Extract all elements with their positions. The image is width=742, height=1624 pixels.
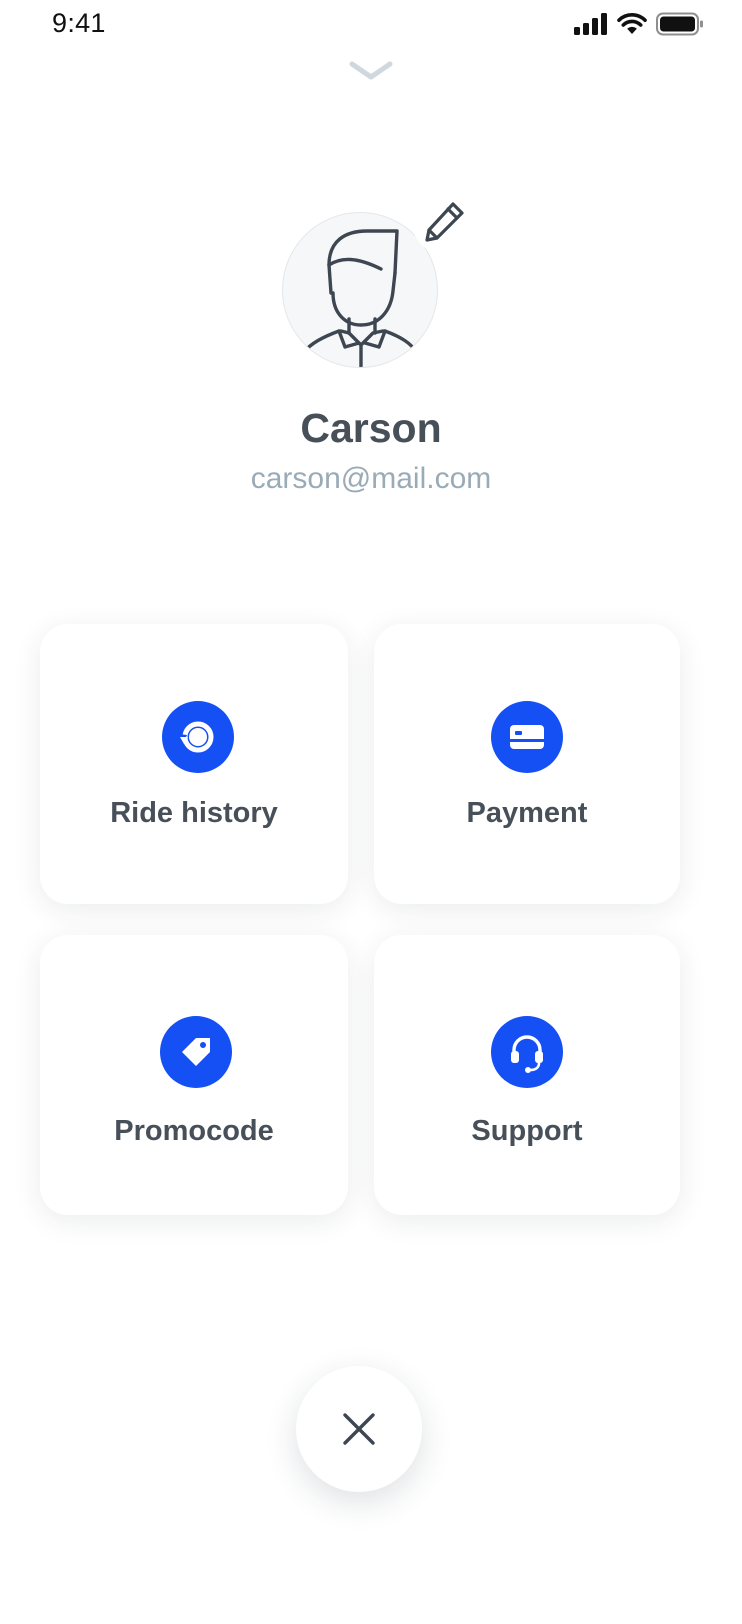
payment-label: Payment <box>466 797 588 829</box>
status-time: 9:41 <box>52 8 106 38</box>
credit-card-icon <box>491 701 563 773</box>
support-card[interactable]: Support <box>374 935 680 1215</box>
wifi-icon <box>617 13 647 34</box>
user-email: carson@mail.com <box>250 462 492 495</box>
pencil-icon <box>425 202 464 242</box>
ride-history-label: Ride history <box>110 797 278 829</box>
history-icon <box>162 701 234 773</box>
payment-card[interactable]: Payment <box>374 624 680 904</box>
battery-icon <box>656 12 703 36</box>
tag-icon <box>160 1016 232 1088</box>
profile-screen: 9:41 Carson carson@mail.com Ride history… <box>0 0 742 1624</box>
user-name: Carson <box>300 405 442 451</box>
status-icons <box>574 10 704 38</box>
chevron-down-icon[interactable] <box>349 60 393 82</box>
promocode-card[interactable]: Promocode <box>40 935 348 1215</box>
edit-avatar-button[interactable] <box>412 190 476 254</box>
close-icon <box>343 1413 375 1445</box>
signal-icon <box>574 13 607 35</box>
ride-history-card[interactable]: Ride history <box>40 624 348 904</box>
headset-icon <box>491 1016 563 1088</box>
support-label: Support <box>471 1115 583 1147</box>
promocode-label: Promocode <box>114 1115 274 1147</box>
close-button[interactable] <box>296 1366 422 1492</box>
